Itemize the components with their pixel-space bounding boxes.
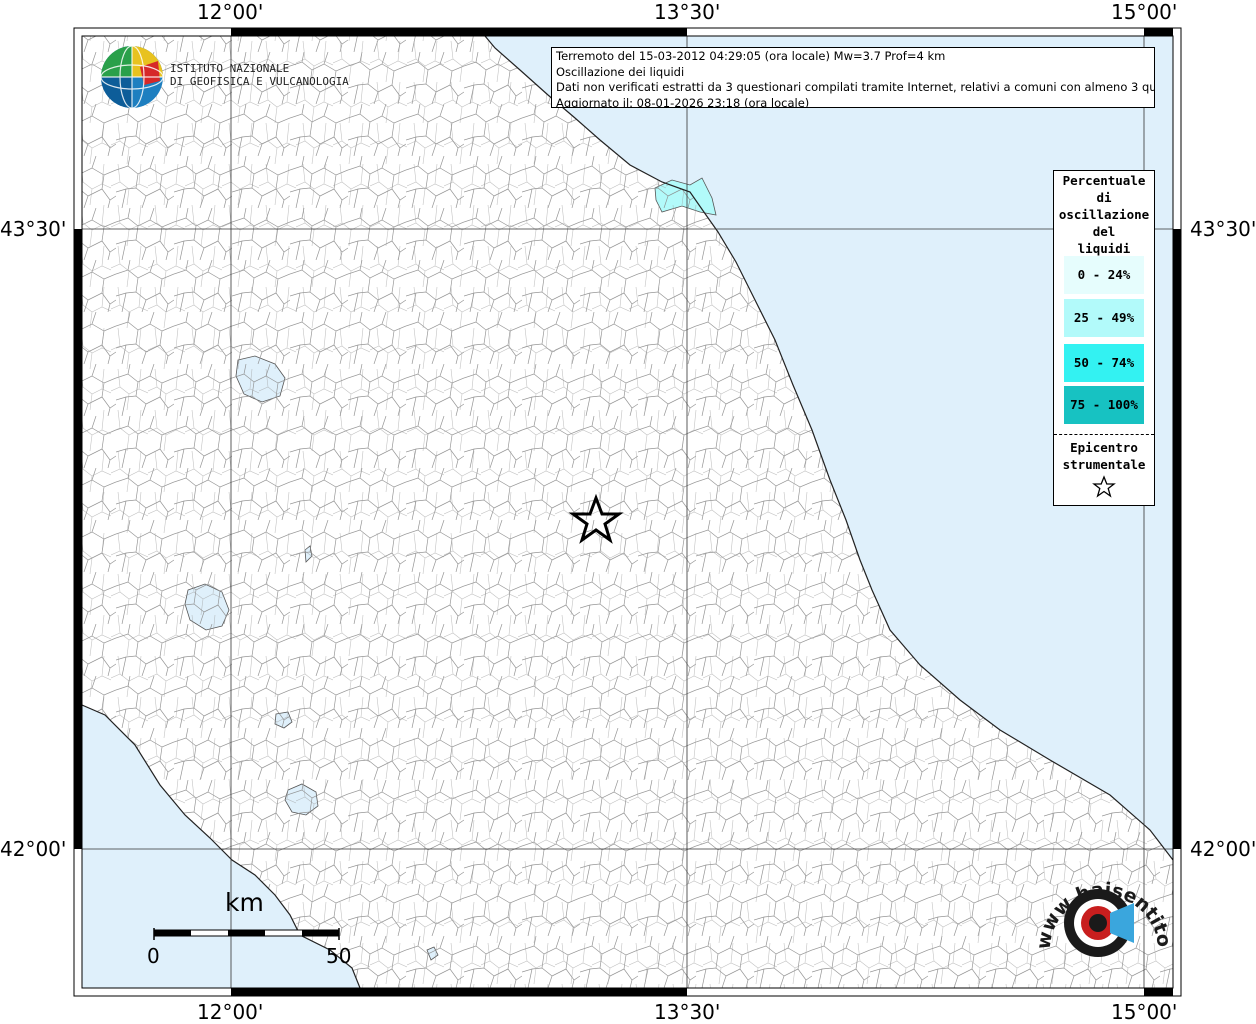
longitude-label-top-2: 13°30' — [654, 0, 721, 24]
legend-separator — [1054, 434, 1154, 435]
scale-unit: km — [225, 888, 264, 917]
legend-class-0-24: 0 - 24% — [1064, 256, 1144, 294]
legend-epicenter-line: strumentale — [1062, 457, 1146, 472]
event-info-updated: Aggiornato il: 08-01-2026 23:18 (ora loc… — [556, 95, 810, 108]
institute-name-line2: DI GEOFISICA E VULCANOLOGIA — [170, 75, 349, 88]
ingv-globe-icon — [100, 45, 164, 109]
scale-start: 0 — [147, 944, 160, 968]
institute-name: ISTITUTO NAZIONALE DI GEOFISICA E VULCAN… — [170, 62, 349, 88]
scale-end: 50 — [326, 944, 352, 968]
longitude-label-bottom-1: 12°00' — [197, 1000, 264, 1024]
legend-class-50-74: 50 - 74% — [1064, 344, 1144, 382]
legend-title-line: di — [1096, 190, 1112, 205]
legend-epicenter-line: Epicentro — [1070, 440, 1138, 455]
target-megaphone-icon: www.haisentitoilterremoto.it — [1030, 855, 1175, 957]
latitude-label-left-1: 43°30' — [0, 217, 67, 241]
event-info-title: Terremoto del 15-03-2012 04:29:05 (ora l… — [556, 49, 946, 63]
legend-title-line: Percentuale — [1062, 173, 1146, 188]
star-icon — [1092, 475, 1116, 498]
longitude-label-top-3: 15°00' — [1111, 0, 1178, 24]
event-info-box: Terremoto del 15-03-2012 04:29:05 (ora l… — [551, 47, 1155, 108]
longitude-label-bottom-3: 15°00' — [1111, 1000, 1178, 1024]
event-info-note: Dati non verificati estratti da 3 questi… — [556, 80, 1155, 94]
legend-epicenter-label: Epicentro strumentale — [1054, 439, 1154, 473]
legend-title-line: oscillazione — [1058, 207, 1150, 222]
latitude-label-right-1: 43°30' — [1190, 217, 1256, 241]
latitude-label-right-2: 42°00' — [1190, 837, 1256, 861]
longitude-label-bottom-2: 13°30' — [654, 1000, 721, 1024]
latitude-label-left-2: 42°00' — [0, 837, 67, 861]
legend-title-line: liquidi — [1077, 241, 1131, 256]
institute-name-line1: ISTITUTO NAZIONALE — [170, 62, 290, 75]
longitude-label-top-1: 12°00' — [197, 0, 264, 24]
legend-class-75-100: 75 - 100% — [1064, 386, 1144, 424]
legend: Percentuale di oscillazione del liquidi … — [1053, 170, 1155, 506]
legend-class-25-49: 25 - 49% — [1064, 299, 1144, 337]
legend-title-line: del — [1092, 224, 1116, 239]
legend-title: Percentuale di oscillazione del liquidi — [1054, 172, 1154, 257]
event-info-subject: Oscillazione dei liquidi — [556, 64, 685, 79]
